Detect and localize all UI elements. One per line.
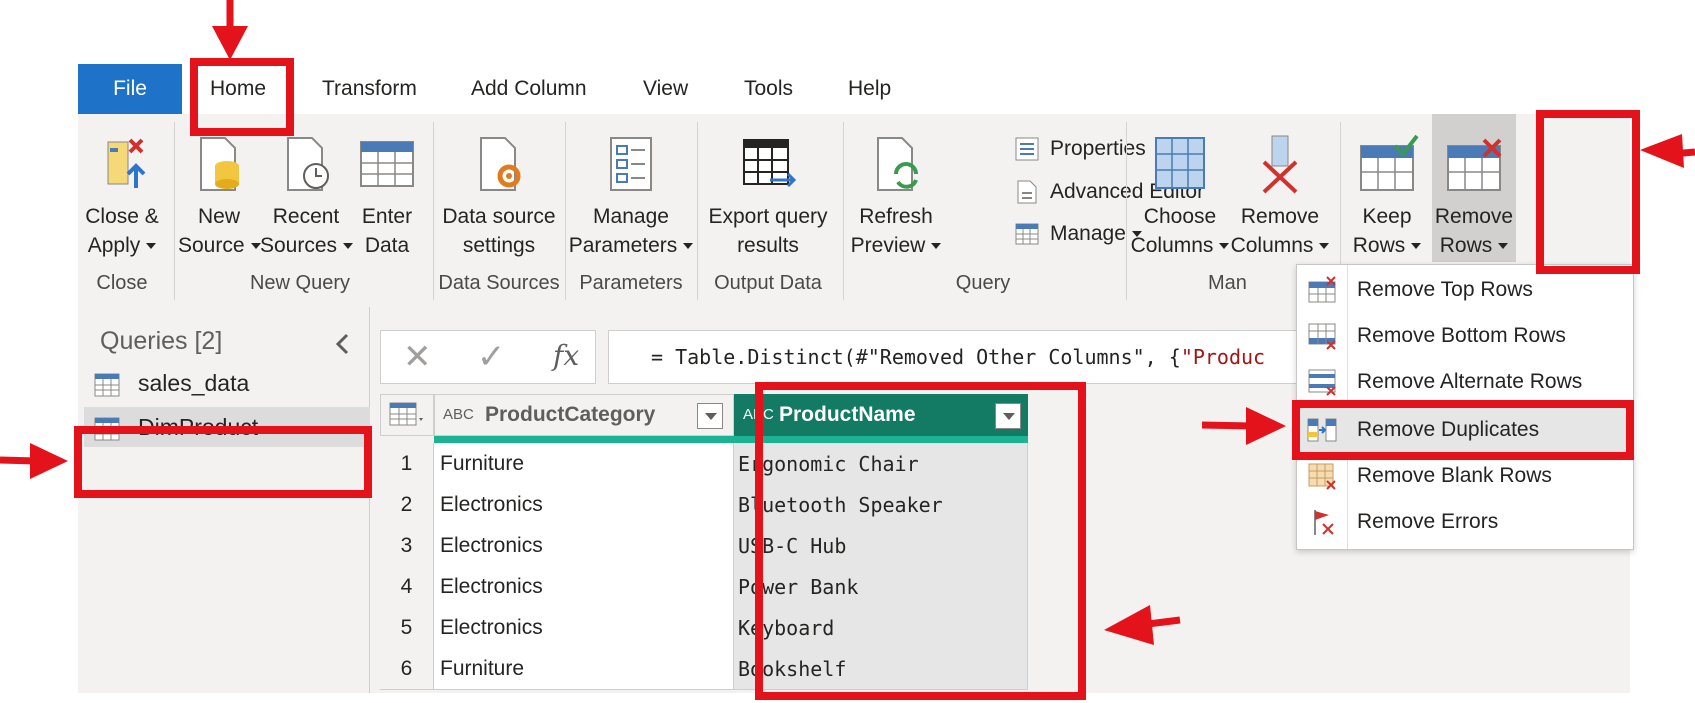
- arrow-left-to-productname: [1104, 605, 1181, 645]
- arrow-left-to-remove-rows: [1640, 134, 1695, 168]
- power-query-editor: File Home Transform Add Column View Tool…: [0, 0, 1695, 703]
- arrow-right-to-remove-duplicates: [1201, 407, 1286, 445]
- annotation-arrows: [0, 0, 1695, 645]
- arrow-down-to-home: [212, 0, 248, 60]
- arrow-right-to-dimproduct: [0, 443, 68, 479]
